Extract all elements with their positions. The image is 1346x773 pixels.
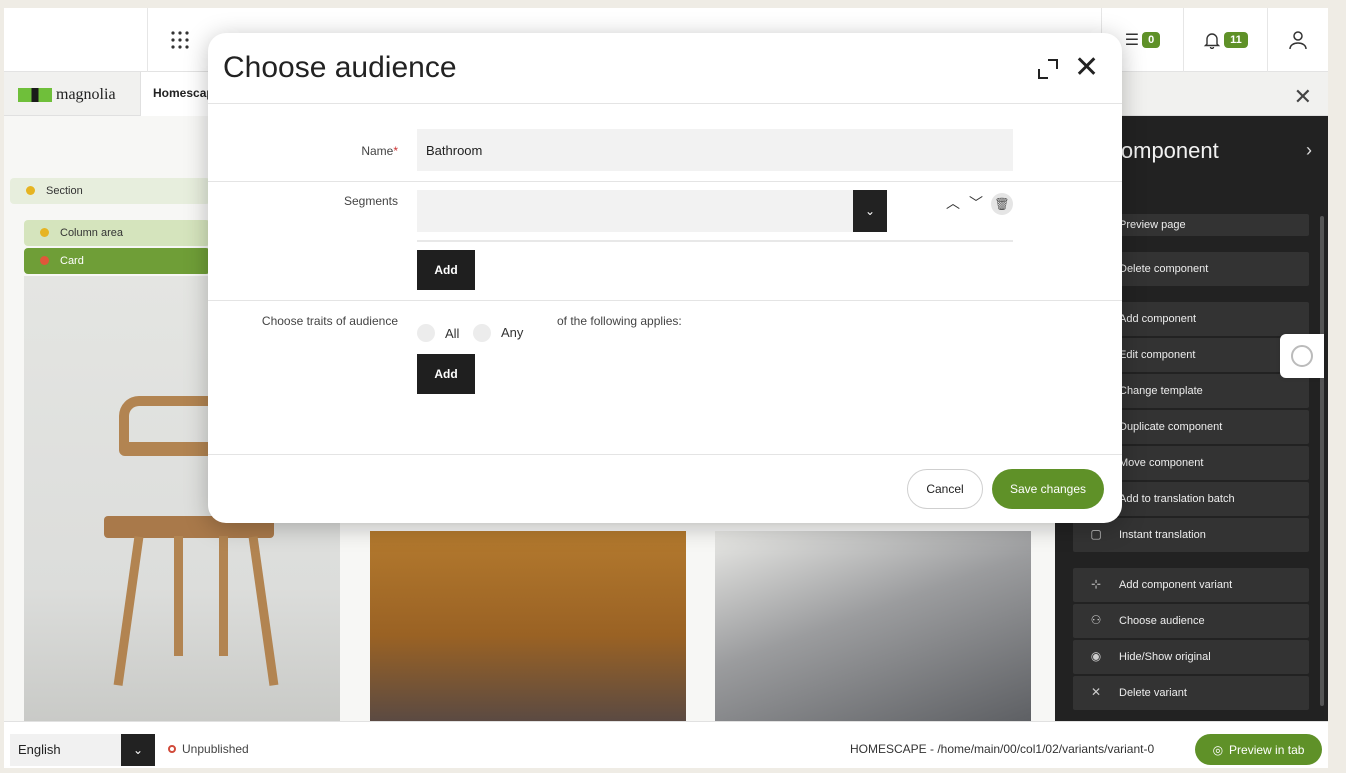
card-bar[interactable]: Card [24,248,210,274]
name-label: Name* [361,144,398,158]
segments-select[interactable] [417,190,853,232]
notifications-badge: 11 [1224,32,1248,48]
segments-label: Segments [343,194,398,208]
laptop-image [715,531,1031,721]
audience-icon: ⚇ [1090,613,1102,627]
add-trait-button[interactable]: Add [417,354,475,394]
status-dot-icon [168,745,176,753]
user-button[interactable] [1267,8,1328,72]
refresh-icon [1291,345,1313,367]
chevron-down-icon: ⌄ [132,743,144,757]
page-path: HOMESCAPE - /home/main/00/col1/02/varian… [850,742,1155,756]
delete-segment-icon[interactable]: 🗑 [991,193,1013,215]
user-icon [1289,31,1307,50]
radio-any[interactable] [473,324,491,342]
tasks-badge: 0 [1142,32,1161,48]
bottom-bar: English ⌄ Unpublished HOMESCAPE - /home/… [4,721,1328,768]
grid-icon [170,31,189,49]
move-up-icon[interactable]: ︿ [946,193,960,213]
sofa-image [370,531,686,721]
add-segment-button[interactable]: Add [417,250,475,290]
preview-in-tab-button[interactable]: ◎ Preview in tab [1195,734,1322,765]
panel-scrollbar[interactable] [1320,216,1324,706]
apps-button[interactable] [147,8,211,72]
language-select[interactable]: English [10,734,122,766]
close-icon: ✕ [1090,685,1102,699]
traits-label: Choose traits of audience [261,314,398,328]
column-dot [40,228,49,237]
name-field[interactable] [417,129,1013,171]
close-tab-icon[interactable]: ✕ [1294,84,1312,110]
applies-text: of the following applies: [557,314,682,328]
magnolia-logo: magnolia [18,86,116,104]
logo-mark-icon [18,88,52,102]
segments-dropdown-button[interactable]: ⌄ [853,190,887,232]
radio-all[interactable] [417,324,435,342]
dialog-title: Choose audience [223,51,457,84]
status-text: Unpublished [182,742,249,756]
tasks-icon: ☰ [1124,32,1140,49]
card-dot [40,256,49,265]
save-changes-button[interactable]: Save changes [992,469,1104,509]
menu-instant-translation[interactable]: ▢ Instant translation [1073,518,1309,552]
eye-icon: ◉ [1090,649,1102,663]
dialog-close-icon[interactable]: ✕ [1074,53,1099,83]
variant-icon: ⊹ [1090,577,1102,591]
required-marker: * [393,144,398,158]
radio-any-label: Any [501,325,524,340]
publish-status: Unpublished [168,742,249,756]
language-dropdown-button[interactable]: ⌄ [121,734,155,766]
expand-icon[interactable] [1036,57,1060,81]
menu-choose-audience[interactable]: ⚇ Choose audience [1073,604,1309,638]
panel-title: Component [1105,138,1219,163]
instant-translate-icon: ▢ [1090,527,1102,541]
menu-delete-variant[interactable]: ✕ Delete variant [1073,676,1309,710]
menu-hide-show-original[interactable]: ◉ Hide/Show original [1073,640,1309,674]
eye-icon: ◎ [1212,742,1224,757]
choose-audience-dialog: Choose audience ✕ Name* Segments ⌄ ︿ ﹀ 🗑… [208,33,1122,523]
notifications-button[interactable]: 11 [1183,8,1267,72]
column-area-label: Column area [60,227,123,239]
logo-text: magnolia [56,86,116,103]
card-label: Card [60,255,84,267]
bell-icon [1203,33,1221,49]
radio-all-label: All [445,326,460,341]
cancel-button[interactable]: Cancel [907,469,983,509]
panel-collapse-icon[interactable]: › [1306,140,1312,161]
move-down-icon[interactable]: ﹀ [969,193,983,213]
section-label: Section [46,185,83,197]
column-area-bar[interactable]: Column area [24,220,210,246]
chevron-down-icon: ⌄ [864,204,876,218]
section-bar[interactable]: Section [10,178,210,204]
side-panel-toggle[interactable] [1280,334,1324,378]
menu-add-component-variant[interactable]: ⊹ Add component variant [1073,568,1309,602]
section-dot [26,186,35,195]
